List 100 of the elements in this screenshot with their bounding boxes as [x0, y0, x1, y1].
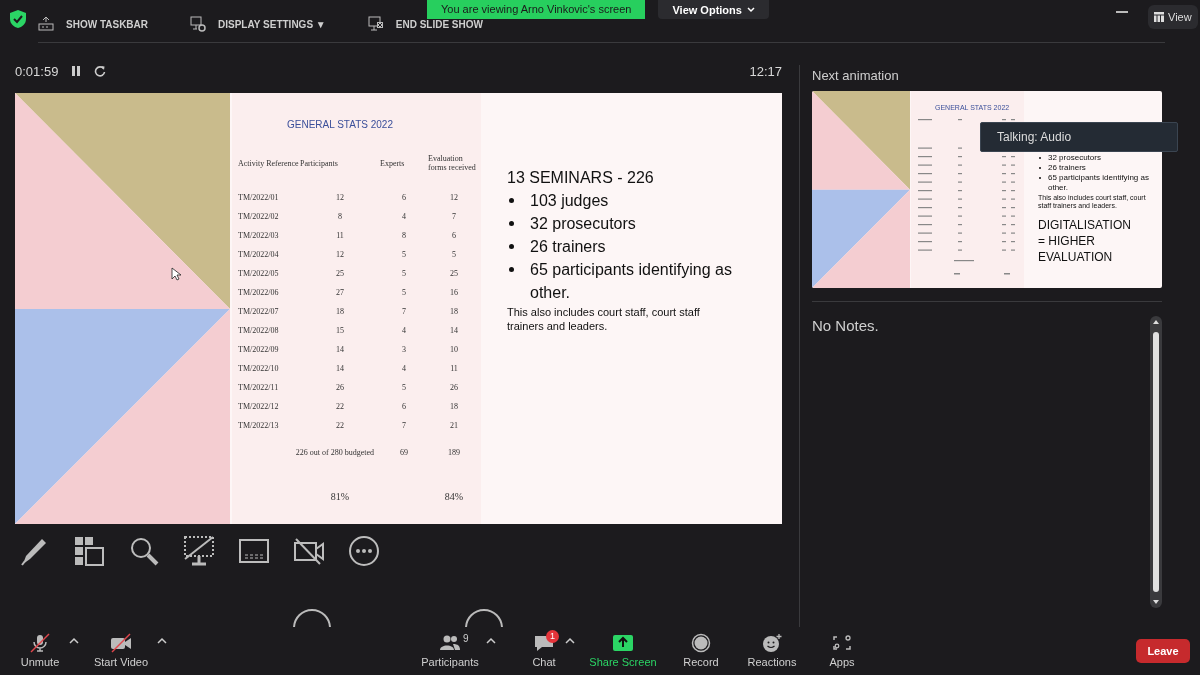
scroll-up-icon[interactable]	[1153, 320, 1159, 324]
table-title: GENERAL STATS 2022	[287, 119, 394, 130]
show-taskbar-button[interactable]: SHOW TASKBAR	[38, 16, 149, 32]
total-cell-text: 69	[399, 448, 409, 457]
scrollbar[interactable]	[1150, 316, 1162, 608]
apps-icon	[831, 633, 853, 653]
table-cell-text: 6	[401, 193, 407, 202]
column-header: Activity Reference	[238, 158, 300, 168]
column-header: Evaluation forms received	[428, 154, 477, 172]
table-cell-text: 15	[335, 326, 345, 335]
total-cell-text: 189	[447, 448, 461, 457]
bullet-text: 65 participants identifying as other.	[530, 260, 733, 303]
table-cell-text: 22	[335, 421, 345, 430]
monitor-close-icon	[367, 16, 384, 32]
shield-icon	[10, 10, 26, 28]
share-button[interactable]: Share Screen	[588, 633, 658, 668]
table-cell-text: 21	[449, 421, 459, 430]
tooltip: Talking: Audio	[980, 122, 1178, 152]
pause-icon[interactable]	[70, 65, 83, 77]
table-cell-text: 5	[401, 250, 407, 259]
table-cell-text: TM/2022/07	[238, 307, 280, 316]
bullet-icon	[509, 267, 514, 272]
minimize-icon[interactable]	[1116, 10, 1128, 14]
caret-icon[interactable]	[486, 637, 496, 645]
table-cell-text: 27	[335, 288, 345, 297]
screen-share-banner: You are viewing Arno Vinkovic's screen	[427, 0, 646, 19]
bullet-icon	[509, 244, 514, 249]
bullet-text: 32 prosecutors	[530, 214, 636, 234]
taskbar-icon	[38, 16, 54, 32]
table-cell-text: TM/2022/01	[238, 193, 280, 202]
end-slide-show-button[interactable]: END SLIDE SHOW	[367, 16, 483, 32]
table-cell-text: TM/2022/02	[238, 212, 280, 221]
table-cell-text: 26	[335, 383, 345, 392]
bullet-text: 26 trainers	[530, 237, 606, 257]
table-cell-text: TM/2022/11	[238, 383, 280, 392]
table-cell-text: 26	[449, 383, 459, 392]
table-cell-text: 10	[449, 345, 459, 354]
table-cell-text: 11	[335, 231, 345, 240]
table-cell-text: TM/2022/05	[238, 269, 280, 278]
panel-title: Next animation	[812, 68, 900, 83]
bullet-text: 103 judges	[530, 191, 609, 211]
participants-button[interactable]: Participants 9	[415, 633, 485, 668]
caret-icon[interactable]	[565, 637, 575, 645]
reactions-button[interactable]: Reactions	[742, 633, 802, 668]
table-cell-text: TM/2022/04	[238, 250, 280, 259]
slide-heading: 13 SEMINARS - 226	[507, 169, 655, 187]
reset-icon[interactable]	[94, 65, 107, 77]
mic-button[interactable]: Unmute	[12, 633, 68, 668]
table-cell-text: TM/2022/09	[238, 345, 280, 354]
people-icon	[439, 633, 461, 653]
mouse-pointer-icon	[171, 267, 181, 281]
table-cell-text: TM/2022/13	[238, 421, 280, 430]
display-settings-menu[interactable]: DISPLAY SETTINGS ▼	[190, 16, 326, 32]
bullet-icon	[509, 221, 514, 226]
column-header: Experts	[380, 158, 406, 168]
table-cell-text: 5	[401, 288, 407, 297]
table-cell-text: 22	[335, 402, 345, 411]
table-cell-text: 7	[401, 307, 407, 316]
table-cell-text: TM/2022/06	[238, 288, 280, 297]
table-cell-text: 14	[335, 345, 345, 354]
table-cell-text: 5	[401, 383, 407, 392]
bullet-text: 32 prosecutors	[1048, 153, 1101, 163]
record-button[interactable]: Record	[676, 633, 726, 668]
view-button[interactable]: View	[1148, 5, 1198, 29]
smiley-plus-icon	[761, 633, 783, 653]
table-cell-text: 11	[449, 364, 459, 373]
table-cell-text: 8	[337, 212, 343, 221]
percentage: 84%	[443, 491, 465, 502]
clock-time: 12:17	[749, 63, 782, 79]
table-cell-text: TM/2022/10	[238, 364, 280, 373]
table-cell-text: 7	[401, 421, 407, 430]
bullet-text: 26 trainers	[1048, 163, 1086, 173]
slide-note: This also includes court staff, court staff trainers and leaders.	[507, 305, 701, 333]
table-cell-text: 16	[449, 288, 459, 297]
caret-icon[interactable]	[69, 637, 79, 645]
chat-button[interactable]: Chat 1	[524, 633, 564, 668]
view-options-button[interactable]: View Options	[658, 0, 769, 19]
table-cell-text: 25	[449, 269, 459, 278]
monitor-slash-icon[interactable]	[182, 534, 216, 568]
leave-button[interactable]: Leave	[1136, 638, 1190, 663]
table-cell-text: 12	[335, 193, 345, 202]
table-cell-text: TM/2022/08	[238, 326, 280, 335]
table-cell-text: 5	[451, 250, 457, 259]
table-cell-text: 18	[449, 402, 459, 411]
caret-icon[interactable]	[157, 637, 167, 645]
table-cell-text: 14	[449, 326, 459, 335]
table-cell-text: TM/2022/03	[238, 231, 280, 240]
table-cell-text: 18	[449, 307, 459, 316]
scroll-down-icon[interactable]	[1153, 600, 1159, 604]
table-cell-text: 4	[401, 364, 407, 373]
more-icon[interactable]	[347, 534, 381, 568]
table-cell-text: 8	[401, 231, 407, 240]
layout-icon[interactable]	[72, 534, 106, 568]
record-icon	[690, 633, 712, 653]
grid-icon	[1154, 12, 1164, 22]
table-cell-text: 14	[335, 364, 345, 373]
apps-button[interactable]: Apps	[822, 633, 862, 668]
table-cell-text: 4	[401, 326, 407, 335]
table-cell-text: 18	[335, 307, 345, 316]
video-button[interactable]: Start Video	[86, 633, 156, 668]
